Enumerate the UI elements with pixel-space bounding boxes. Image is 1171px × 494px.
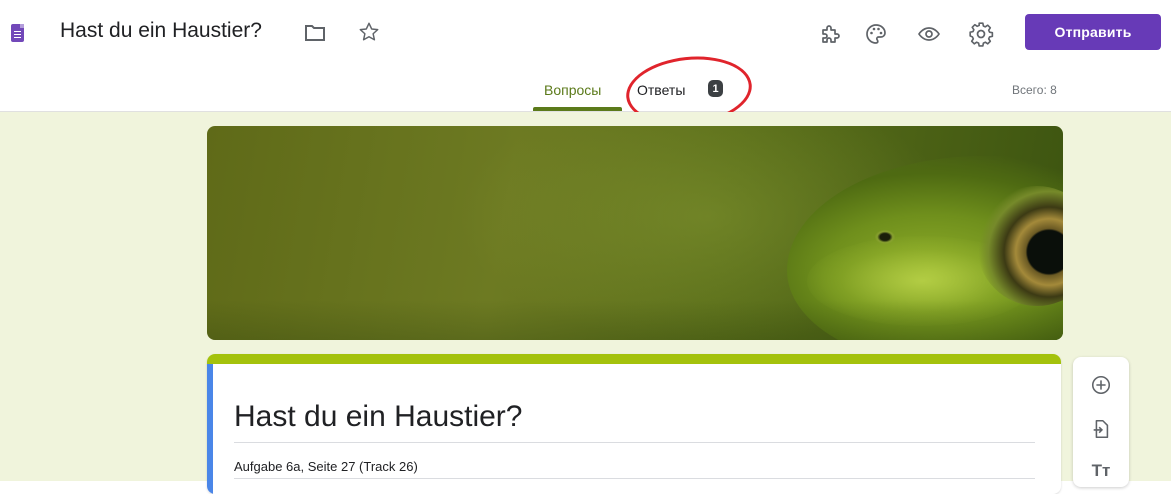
palette-icon[interactable]: [864, 22, 888, 46]
theme-color-bar: [207, 354, 1061, 364]
send-button[interactable]: Отправить: [1025, 14, 1161, 50]
tab-questions[interactable]: Вопросы: [544, 82, 601, 98]
document-title[interactable]: Hast du ein Haustier?: [60, 19, 262, 43]
divider: [234, 442, 1035, 443]
settings-icon[interactable]: [968, 21, 994, 47]
add-title-icon[interactable]: Tт: [1089, 459, 1113, 483]
folder-icon[interactable]: [304, 23, 326, 43]
header-image: [207, 126, 1063, 340]
selected-card-indicator: [207, 364, 213, 494]
form-title[interactable]: Hast du ein Haustier?: [234, 400, 523, 434]
import-questions-icon[interactable]: [1089, 417, 1113, 441]
star-icon[interactable]: [358, 21, 380, 43]
form-title-card[interactable]: Hast du ein Haustier? Aufgabe 6a, Seite …: [207, 354, 1061, 494]
divider: [234, 478, 1035, 479]
total-points: Всего: 8: [1012, 83, 1057, 97]
active-tab-indicator: [533, 107, 622, 111]
addon-icon[interactable]: [819, 22, 843, 46]
add-question-icon[interactable]: [1089, 373, 1113, 397]
tab-bar: Вопросы Ответы: [0, 66, 1171, 112]
google-forms-icon[interactable]: [11, 24, 24, 42]
frog-nostril: [875, 230, 895, 244]
preview-icon[interactable]: [917, 22, 941, 46]
form-description[interactable]: Aufgabe 6a, Seite 27 (Track 26): [234, 459, 418, 474]
app-header: Hast du ein Haustier? Отправить: [0, 0, 1171, 66]
floating-toolbar: Tт: [1073, 357, 1129, 487]
